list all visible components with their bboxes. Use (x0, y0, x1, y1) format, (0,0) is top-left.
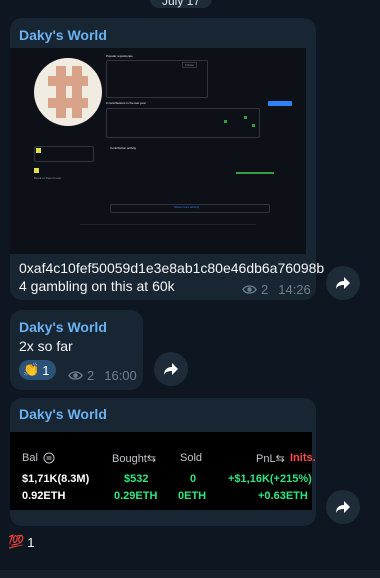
share-button[interactable] (154, 352, 188, 386)
popular-repos-heading: Popular repositories (106, 54, 133, 58)
sender-name[interactable]: Daky's World (19, 319, 107, 335)
forward-icon (164, 363, 178, 375)
message-text-line2: 4 gambling on this at 60k (19, 278, 175, 294)
swap-circle-icon (43, 452, 55, 464)
message-text-line1: 0xaf4c10fef50059d1e3e8ab1c80e46db6a76098… (19, 260, 325, 276)
badge (34, 168, 39, 173)
reaction-chip[interactable]: 👏 1 (19, 360, 57, 380)
sender-name[interactable]: Daky's World (19, 406, 107, 422)
show-more-link: Show more activity (174, 205, 200, 209)
row2-bal: 0.92ETH (22, 490, 66, 502)
row1-pnl: +$1,16K(+215%) (228, 473, 312, 485)
header-sold: Sold (180, 452, 203, 464)
row2-bought: 0.29ETH (114, 490, 158, 502)
row1-bought: $532 (124, 473, 149, 485)
header-bought: Bought⇆ (112, 453, 157, 465)
header-bal: Bal (22, 452, 38, 464)
share-button[interactable] (326, 266, 360, 300)
date-separator: July 17 (150, 0, 212, 8)
github-profile-image[interactable]: Popular repositories Follow 0 contributi… (10, 48, 306, 254)
stats-image[interactable]: Bal Bought⇆ Sold PnL⇆ Inits. $1,71K(8.3M… (10, 432, 316, 510)
message-bubble-2[interactable]: Daky's World 2x so far 👏 1 2 16:00 (10, 310, 143, 390)
header-pnl: PnL⇆ (256, 453, 285, 465)
contribution-graph (106, 108, 260, 138)
views-icon (68, 371, 83, 380)
profile-card (34, 146, 94, 162)
follow-button: Follow (182, 62, 197, 68)
forward-icon (336, 501, 350, 513)
header-inits: Inits. (290, 452, 316, 464)
hundred-emoji-icon: 💯 (8, 534, 25, 549)
bottom-divider (0, 570, 380, 578)
message-time: 14:26 (278, 282, 311, 297)
report-link: Block or Report user (34, 176, 62, 180)
row1-bal: $1,71K(8.3M) (22, 473, 90, 485)
hundred-reaction[interactable]: 💯 1 (8, 534, 34, 550)
reaction-count: 1 (27, 534, 35, 550)
activity-heading: Contribution activity (110, 146, 137, 150)
views-count: 2 (87, 368, 95, 383)
contribution-cell (224, 120, 227, 123)
reaction-count: 1 (42, 362, 50, 378)
contribution-cell (244, 116, 247, 119)
clap-emoji-icon: 👏 (23, 362, 40, 377)
forward-icon (336, 277, 350, 289)
contribution-cell (252, 124, 255, 127)
message-text: 2x so far (19, 338, 73, 354)
row1-sold: 0 (190, 473, 197, 485)
sender-name[interactable]: Daky's World (19, 27, 107, 43)
contributions-heading: 0 contributions in the last year (106, 101, 146, 105)
views-icon (242, 285, 257, 294)
row2-pnl: +0.63ETH (258, 490, 308, 502)
message-meta: 2 16:00 (68, 368, 137, 383)
views-count: 2 (261, 282, 269, 297)
footer-line (80, 224, 256, 225)
message-bubble-1[interactable]: Daky's World Popular repositories Follow… (10, 18, 324, 300)
row2-sold: 0ETH (178, 490, 207, 502)
message-time: 16:00 (104, 368, 137, 383)
message-meta: 2 14:26 (242, 282, 311, 297)
activity-bar (236, 172, 274, 174)
badge (36, 148, 41, 153)
primary-button (268, 101, 292, 106)
avatar (34, 58, 102, 126)
share-button[interactable] (326, 490, 360, 524)
